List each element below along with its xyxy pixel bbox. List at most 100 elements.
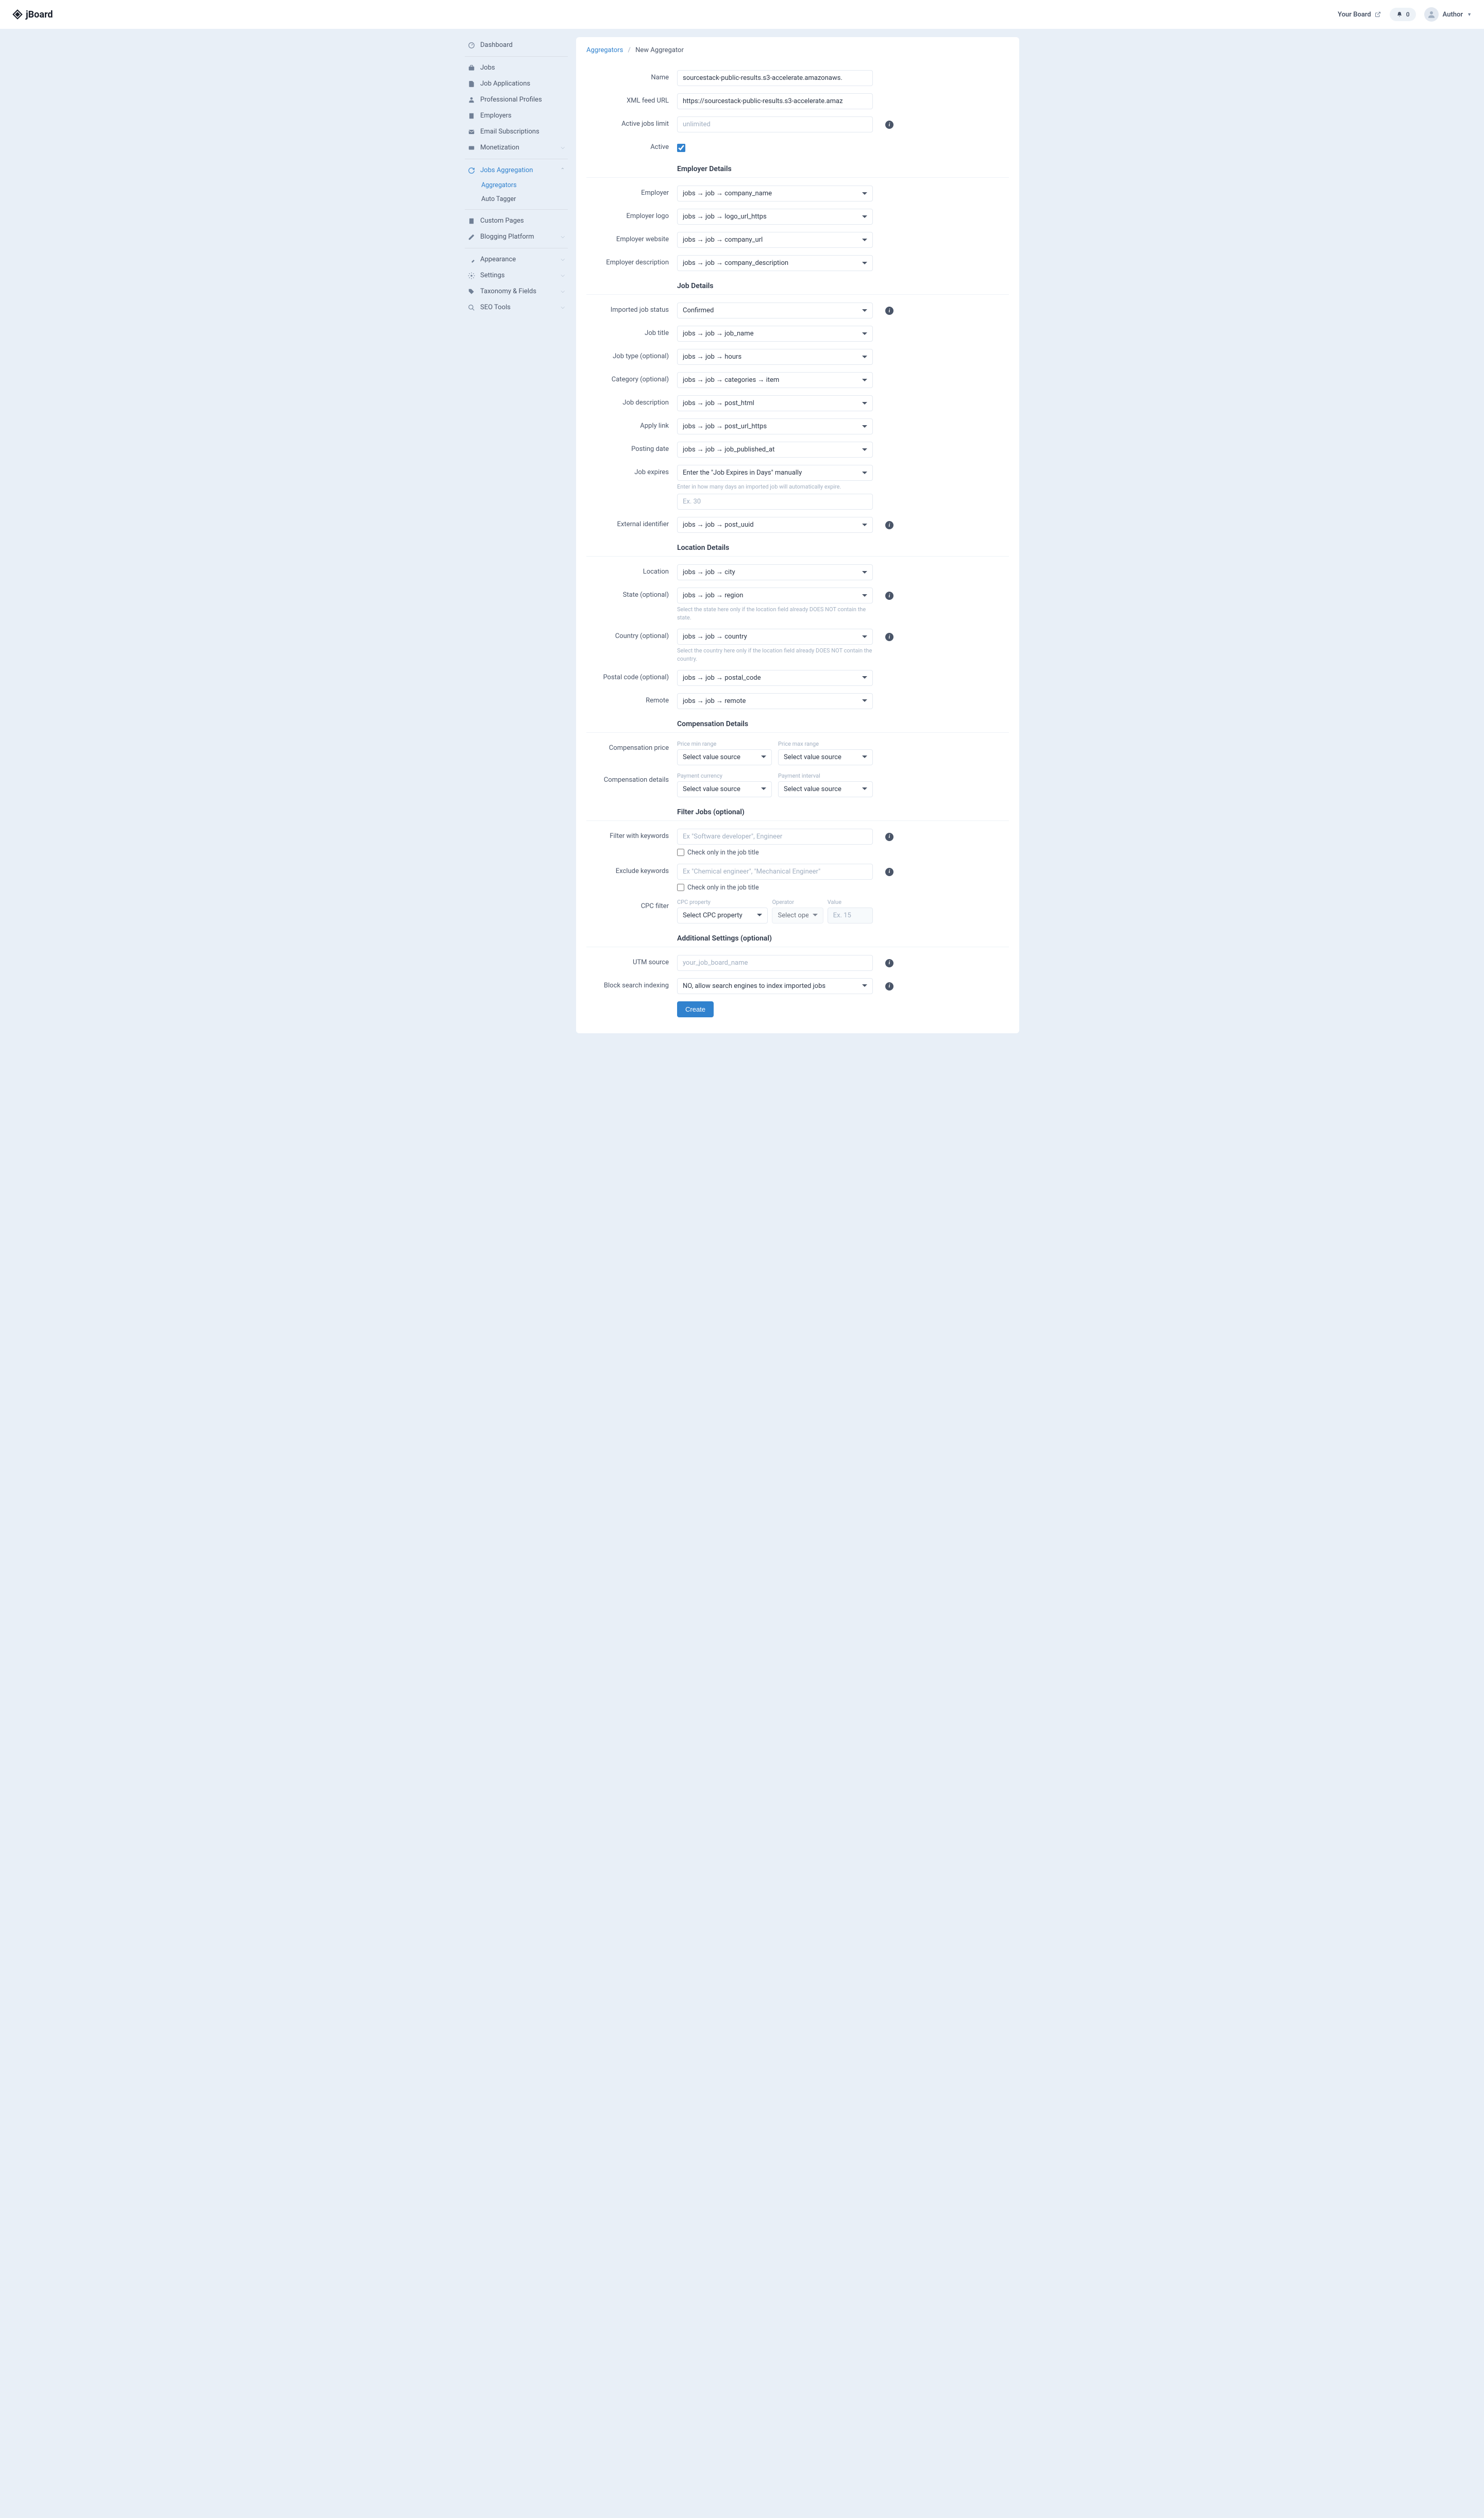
notifications-button[interactable]: 0 xyxy=(1390,8,1416,21)
apply-link-select[interactable]: jobs → job → post_url_https xyxy=(677,418,873,434)
active-jobs-limit-input[interactable] xyxy=(677,116,873,132)
employer-details-header: Employer Details xyxy=(586,158,1009,178)
cpc-operator-select: Select operator xyxy=(772,908,823,924)
compensation-details-header: Compensation Details xyxy=(586,713,1009,733)
info-icon[interactable]: i xyxy=(885,982,893,991)
info-icon[interactable]: i xyxy=(885,307,893,315)
building-icon xyxy=(468,112,475,120)
external-link-icon xyxy=(1374,11,1381,18)
envelope-icon xyxy=(468,128,475,136)
xml-label: XML feed URL xyxy=(586,93,669,105)
brush-icon xyxy=(468,256,475,263)
page-icon xyxy=(468,217,475,225)
chevron-down-icon: ⌵ xyxy=(561,305,565,310)
avatar xyxy=(1424,7,1439,22)
employer-logo-select[interactable]: jobs → job → logo_url_https xyxy=(677,209,873,225)
info-icon[interactable]: i xyxy=(885,592,893,600)
logo[interactable]: jBoard xyxy=(12,9,53,20)
info-icon[interactable]: i xyxy=(885,833,893,841)
user-icon xyxy=(468,96,475,104)
create-button[interactable]: Create xyxy=(677,1001,714,1017)
tag-icon xyxy=(468,288,475,295)
pencil-icon xyxy=(468,233,475,241)
sidebar-item-aggregators[interactable]: Aggregators xyxy=(479,178,568,192)
employer-description-select[interactable]: jobs → job → company_description xyxy=(677,255,873,271)
job-expires-select[interactable]: Enter the "Job Expires in Days" manually xyxy=(677,465,873,481)
briefcase-icon xyxy=(468,64,475,72)
employer-website-select[interactable]: jobs → job → company_url xyxy=(677,232,873,248)
sidebar-item-taxonomy-fields[interactable]: Taxonomy & Fields⌵ xyxy=(465,283,568,299)
price-max-select[interactable]: Select value source xyxy=(778,749,873,765)
imported-status-select[interactable]: Confirmed xyxy=(677,303,873,318)
employer-select[interactable]: jobs → job → company_name xyxy=(677,186,873,202)
sidebar-item-custom-pages[interactable]: Custom Pages xyxy=(465,213,568,229)
chevron-up-icon: ⌃ xyxy=(561,167,565,173)
sidebar-item-blogging-platform[interactable]: Blogging Platform⌵ xyxy=(465,229,568,245)
cpc-property-select[interactable]: Select CPC property xyxy=(677,908,768,924)
name-input[interactable] xyxy=(677,70,873,86)
chevron-down-icon: ⌵ xyxy=(561,145,565,150)
block-indexing-select[interactable]: NO, allow search engines to index import… xyxy=(677,978,873,994)
check-title-only-2[interactable]: Check only in the job title xyxy=(677,884,873,892)
sidebar-item-professional-profiles[interactable]: Professional Profiles xyxy=(465,92,568,108)
caret-down-icon: ▼ xyxy=(1467,12,1472,18)
check-title-only-1[interactable]: Check only in the job title xyxy=(677,849,873,857)
sidebar-item-job-applications[interactable]: Job Applications xyxy=(465,76,568,92)
sidebar-item-settings[interactable]: Settings⌵ xyxy=(465,267,568,283)
info-icon[interactable]: i xyxy=(885,959,893,967)
breadcrumb-aggregators[interactable]: Aggregators xyxy=(586,46,623,54)
info-icon[interactable]: i xyxy=(885,121,893,129)
chevron-down-icon: ⌵ xyxy=(561,273,565,278)
cpc-value-input xyxy=(828,908,873,924)
sidebar-item-auto-tagger[interactable]: Auto Tagger xyxy=(479,192,568,206)
active-checkbox[interactable] xyxy=(677,144,685,152)
main-content: Aggregators / New Aggregator Name XML fe… xyxy=(576,37,1019,1033)
active-label: Active xyxy=(586,140,669,151)
postal-code-select[interactable]: jobs → job → postal_code xyxy=(677,670,873,686)
brand-text: jBoard xyxy=(26,9,53,20)
payment-currency-select[interactable]: Select value source xyxy=(677,781,772,797)
info-icon[interactable]: i xyxy=(885,521,893,529)
sidebar-item-employers[interactable]: Employers xyxy=(465,108,568,124)
utm-source-input[interactable] xyxy=(677,955,873,971)
logo-icon xyxy=(12,9,23,20)
price-min-select[interactable]: Select value source xyxy=(677,749,772,765)
info-icon[interactable]: i xyxy=(885,633,893,641)
topbar: jBoard Your Board 0 Author ▼ xyxy=(0,0,1484,29)
filter-keywords-input[interactable] xyxy=(677,829,873,845)
user-name: Author xyxy=(1443,11,1463,19)
card-icon xyxy=(468,144,475,152)
sidebar-item-email-subscriptions[interactable]: Email Subscriptions xyxy=(465,124,568,140)
sidebar-item-jobs[interactable]: Jobs xyxy=(465,60,568,76)
job-type-select[interactable]: jobs → job → hours xyxy=(677,349,873,365)
external-id-select[interactable]: jobs → job → post_uuid xyxy=(677,517,873,533)
job-expires-days-input[interactable] xyxy=(677,494,873,510)
country-select[interactable]: jobs → job → country xyxy=(677,629,873,645)
posting-date-select[interactable]: jobs → job → job_published_at xyxy=(677,442,873,458)
job-details-header: Job Details xyxy=(586,275,1009,295)
location-details-header: Location Details xyxy=(586,536,1009,557)
chevron-down-icon: ⌵ xyxy=(561,289,565,294)
dashboard-icon xyxy=(468,42,475,49)
sidebar-item-seo-tools[interactable]: SEO Tools⌵ xyxy=(465,299,568,315)
exclude-keywords-input[interactable] xyxy=(677,864,873,880)
bell-icon xyxy=(1396,11,1403,18)
remote-select[interactable]: jobs → job → remote xyxy=(677,693,873,709)
category-select[interactable]: jobs → job → categories → item xyxy=(677,372,873,388)
user-menu[interactable]: Author ▼ xyxy=(1424,7,1472,22)
xml-feed-input[interactable] xyxy=(677,93,873,109)
payment-interval-select[interactable]: Select value source xyxy=(778,781,873,797)
additional-settings-header: Additional Settings (optional) xyxy=(586,927,1009,947)
location-select[interactable]: jobs → job → city xyxy=(677,564,873,580)
sidebar-item-appearance[interactable]: Appearance⌵ xyxy=(465,251,568,267)
name-label: Name xyxy=(586,70,669,81)
job-title-select[interactable]: jobs → job → job_name xyxy=(677,326,873,342)
sidebar-item-monetization[interactable]: Monetization⌵ xyxy=(465,140,568,156)
job-description-select[interactable]: jobs → job → post_html xyxy=(677,395,873,411)
info-icon[interactable]: i xyxy=(885,868,893,876)
state-select[interactable]: jobs → job → region xyxy=(677,587,873,603)
sidebar-item-jobs-aggregation[interactable]: Jobs Aggregation⌃ xyxy=(465,162,568,178)
breadcrumb-current: New Aggregator xyxy=(635,46,684,54)
sidebar-item-dashboard[interactable]: Dashboard xyxy=(465,37,568,53)
your-board-link[interactable]: Your Board xyxy=(1338,11,1381,19)
